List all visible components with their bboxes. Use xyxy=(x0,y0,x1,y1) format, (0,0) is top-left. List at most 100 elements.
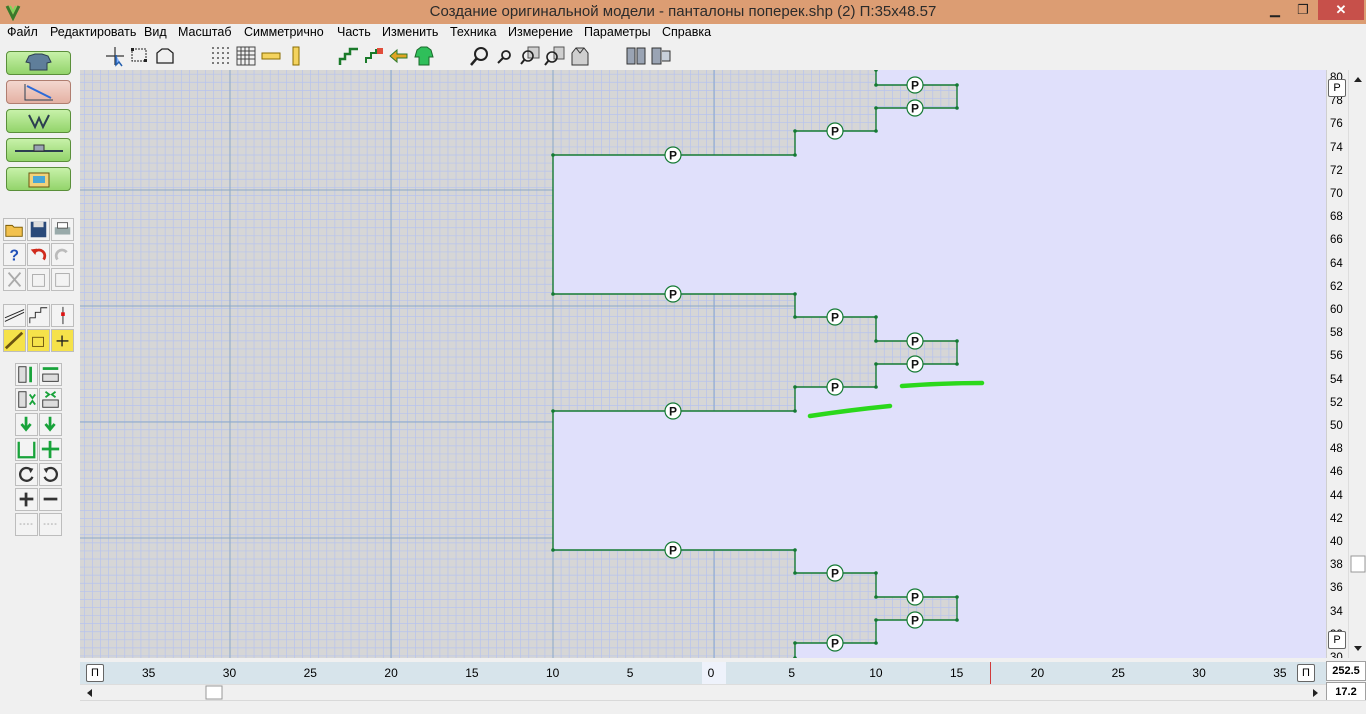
outline-vertex xyxy=(874,385,878,389)
outline-vertex xyxy=(793,385,797,389)
hruler-right-button[interactable]: П xyxy=(1297,664,1315,682)
menu-measure[interactable]: Измерение xyxy=(508,25,573,39)
step-small-icon[interactable] xyxy=(363,45,385,67)
measure-button[interactable] xyxy=(6,138,71,162)
vruler-label: 72 xyxy=(1330,164,1343,177)
menu-part[interactable]: Часть xyxy=(337,25,371,39)
open-icon[interactable] xyxy=(3,218,26,241)
rotate-cw-icon[interactable] xyxy=(15,463,38,486)
symmetry-button[interactable] xyxy=(6,109,71,133)
shape-tool-3-icon[interactable] xyxy=(51,304,74,327)
outline-vertex xyxy=(793,292,797,296)
piece-marker-label: P xyxy=(669,149,677,163)
maximize-button[interactable]: ❐ xyxy=(1290,0,1316,20)
view-layout-icon[interactable] xyxy=(650,45,672,67)
outline-vertex xyxy=(874,595,878,599)
knit-pattern-button[interactable] xyxy=(6,80,71,104)
shape-tool-2-icon[interactable] xyxy=(27,304,50,327)
redo-icon[interactable] xyxy=(51,243,74,266)
knit-pattern-icon xyxy=(24,84,53,101)
shift-right-icon[interactable] xyxy=(39,513,62,536)
undo-icon[interactable] xyxy=(27,243,50,266)
outline-vertex xyxy=(551,409,555,413)
save-icon[interactable] xyxy=(27,218,50,241)
rotate-ccw-icon[interactable] xyxy=(39,463,62,486)
garment-button[interactable] xyxy=(6,51,71,75)
cut-icon[interactable] xyxy=(3,268,26,291)
menu-file[interactable]: Файл xyxy=(7,25,38,39)
shrink-h-icon[interactable] xyxy=(39,388,62,411)
shift-left-icon[interactable] xyxy=(15,513,38,536)
menu-symmetry[interactable]: Симметрично xyxy=(244,25,324,39)
menu-help[interactable]: Справка xyxy=(662,25,711,39)
move-down-alt-icon[interactable] xyxy=(39,413,62,436)
piece-marker-label: P xyxy=(911,358,919,372)
vruler-label: 68 xyxy=(1330,211,1343,224)
measure-tool-icon[interactable] xyxy=(27,329,50,352)
select-arrow-icon[interactable] xyxy=(104,45,126,67)
zoom-in-icon[interactable] xyxy=(469,45,491,67)
zoom-selection-icon[interactable] xyxy=(569,45,591,67)
hruler-left-button[interactable]: П xyxy=(86,664,104,682)
svg-text:?: ? xyxy=(9,247,18,264)
stretch-v-icon[interactable] xyxy=(15,363,38,386)
outline-vertex xyxy=(874,641,878,645)
menu-edit[interactable]: Редактировать xyxy=(50,25,136,39)
piece-marker-label: P xyxy=(831,125,839,139)
ruler-tool-icon[interactable] xyxy=(3,329,26,352)
arrow-left-icon[interactable] xyxy=(388,45,410,67)
select-points-icon[interactable] xyxy=(129,45,151,67)
outline-vertex xyxy=(551,153,555,157)
expand-icon[interactable] xyxy=(39,438,62,461)
sweater-icon[interactable] xyxy=(413,45,435,67)
horizontal-scrollbar[interactable] xyxy=(80,684,1326,700)
minimize-button[interactable]: ▁ xyxy=(1262,0,1288,20)
garment-icon xyxy=(25,53,52,71)
menu-scale[interactable]: Масштаб xyxy=(178,25,231,39)
shape-tool-1-icon[interactable] xyxy=(3,304,26,327)
vruler-label: 50 xyxy=(1330,420,1343,432)
close-button[interactable]: ✕ xyxy=(1318,0,1364,20)
dot-grid-icon[interactable] xyxy=(210,45,232,67)
mirror-icon[interactable] xyxy=(15,438,38,461)
menu-modify[interactable]: Изменить xyxy=(382,25,438,39)
h-ruler-icon[interactable] xyxy=(260,45,282,67)
vruler-label: 56 xyxy=(1330,350,1343,363)
stitch-tool-icon[interactable] xyxy=(51,329,74,352)
grid-icon[interactable] xyxy=(235,45,257,67)
zoom-out-icon[interactable] xyxy=(494,45,516,67)
design-canvas-drawing[interactable]: PPPPPPPPPPPPPPP xyxy=(80,70,1326,658)
select-shape-icon[interactable] xyxy=(154,45,176,67)
vruler-label: 62 xyxy=(1330,280,1343,293)
vruler-label: 30 xyxy=(1330,652,1343,658)
copy-icon[interactable] xyxy=(27,268,50,291)
outline-vertex xyxy=(874,129,878,133)
menu-view[interactable]: Вид xyxy=(144,25,167,39)
help-icon[interactable]: ? xyxy=(3,243,26,266)
vruler-label: 52 xyxy=(1330,396,1343,409)
minus-icon[interactable] xyxy=(39,488,62,511)
folder-card-button[interactable] xyxy=(6,167,71,191)
zoom-fit-icon[interactable] xyxy=(519,45,541,67)
shrink-v-icon[interactable] xyxy=(15,388,38,411)
vruler-top-button[interactable]: P xyxy=(1328,79,1346,97)
step-shape-icon[interactable] xyxy=(338,45,360,67)
vertical-scrollbar[interactable] xyxy=(1348,70,1366,658)
v-ruler-icon[interactable] xyxy=(285,45,307,67)
hruler-label: 25 xyxy=(303,666,317,680)
zoom-region-icon[interactable] xyxy=(544,45,566,67)
vruler-bottom-button[interactable]: P xyxy=(1328,631,1346,649)
outline-vertex xyxy=(793,129,797,133)
print-icon[interactable] xyxy=(51,218,74,241)
piece-marker-label: P xyxy=(669,405,677,419)
menu-parameters[interactable]: Параметры xyxy=(584,25,651,39)
design-canvas[interactable]: PPPPPPPPPPPPPPP xyxy=(80,70,1326,658)
paste-icon[interactable] xyxy=(51,268,74,291)
hruler-label: 35 xyxy=(1273,666,1287,680)
view-pieces-icon[interactable] xyxy=(625,45,647,67)
stretch-h-icon[interactable] xyxy=(39,363,62,386)
vruler-label: 38 xyxy=(1330,559,1343,572)
plus-icon[interactable] xyxy=(15,488,38,511)
move-down-icon[interactable] xyxy=(15,413,38,436)
menu-technique[interactable]: Техника xyxy=(450,25,496,39)
